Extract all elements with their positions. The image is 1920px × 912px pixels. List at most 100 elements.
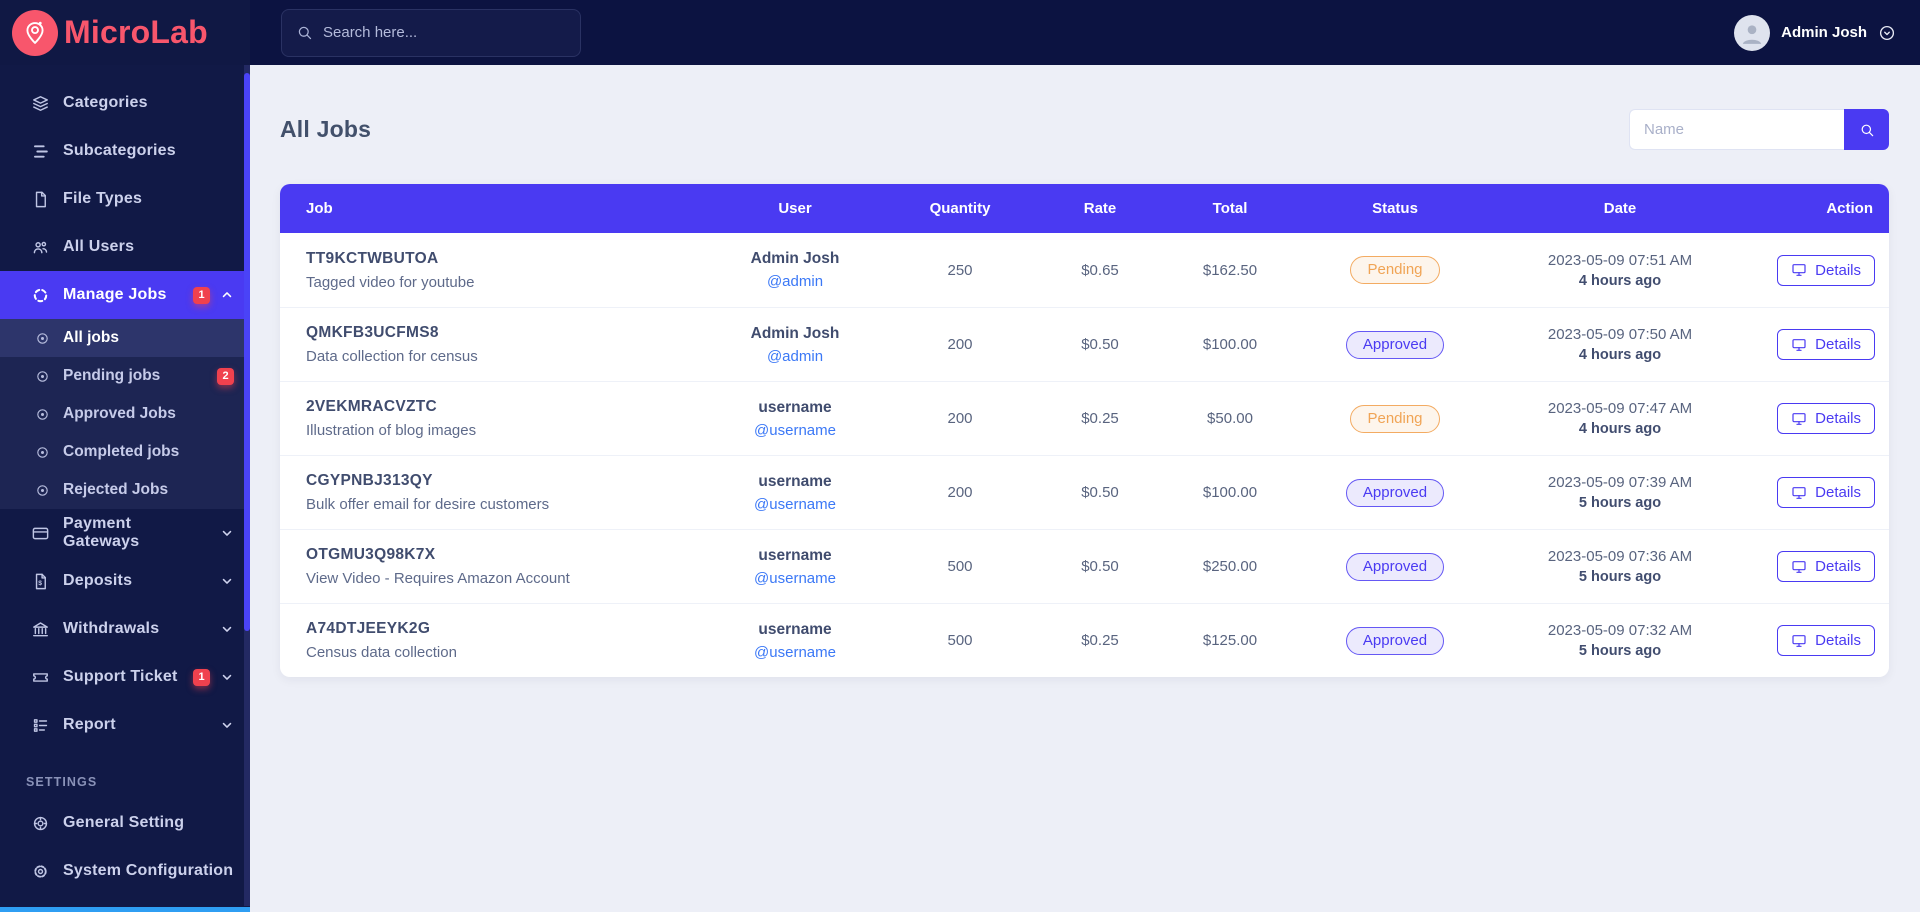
date-text: 2023-05-09 07:47 AM: [1547, 400, 1693, 417]
job-title: Data collection for census: [306, 348, 478, 365]
date-cell: 2023-05-09 07:36 AM 5 hours ago: [1480, 548, 1760, 585]
sidebar-item-report[interactable]: Report: [0, 701, 250, 749]
sidebar-vertical-scrollbar[interactable]: [244, 65, 250, 906]
details-button[interactable]: Details: [1777, 625, 1875, 656]
details-button-label: Details: [1815, 632, 1861, 649]
details-button[interactable]: Details: [1777, 477, 1875, 508]
date-relative: 4 hours ago: [1578, 272, 1662, 289]
sidebar-item-categories[interactable]: Categories: [0, 79, 250, 127]
details-button-label: Details: [1815, 558, 1861, 575]
scrollbar-thumb[interactable]: [244, 73, 250, 631]
chevron-down-icon: [222, 578, 232, 584]
sidebar-subitem-label: Approved Jobs: [63, 405, 176, 422]
job-title: View Video - Requires Amazon Account: [306, 570, 570, 587]
column-header-date: Date: [1603, 200, 1637, 217]
date-text: 2023-05-09 07:32 AM: [1547, 622, 1693, 639]
sidebar-item-completed-jobs[interactable]: Completed jobs: [0, 433, 250, 471]
filter-search-button[interactable]: [1844, 109, 1889, 150]
details-button[interactable]: Details: [1777, 329, 1875, 360]
sidebar-item-subcategories[interactable]: Subcategories: [0, 127, 250, 175]
date-text: 2023-05-09 07:51 AM: [1547, 251, 1693, 269]
user-cell: Admin Josh @admin: [720, 250, 870, 290]
action-cell: Details: [1760, 254, 1889, 286]
rate-cell: $0.50: [1081, 336, 1119, 353]
date-cell: 2023-05-09 07:47 AM 4 hours ago: [1480, 400, 1760, 437]
name-filter-input[interactable]: [1629, 109, 1844, 150]
notification-badge: 1: [193, 668, 210, 686]
sidebar-item-withdrawals[interactable]: Withdrawals: [0, 605, 250, 653]
details-button[interactable]: Details: [1777, 254, 1875, 286]
sidebar-item-label: Deposits: [63, 572, 133, 589]
quantity-cell: 250: [947, 261, 973, 279]
sidebar-subitem-label: All jobs: [63, 329, 119, 346]
table-body: TT9KCTWBUTOA Tagged video for youtube Ad…: [280, 233, 1889, 677]
search-input[interactable]: [323, 24, 566, 41]
sidebar-item-system-configuration[interactable]: System Configuration: [0, 847, 250, 895]
sidebar-subitem-label: Completed jobs: [63, 443, 180, 460]
sidebar-item-deposits[interactable]: $ Deposits: [0, 557, 250, 605]
details-button[interactable]: Details: [1777, 551, 1875, 582]
table-row: OTGMU3Q98K7X View Video - Requires Amazo…: [280, 529, 1889, 603]
user-handle-link[interactable]: @username: [720, 422, 870, 439]
sidebar-item-pending-jobs[interactable]: Pending jobs 2: [0, 357, 250, 395]
date-cell: 2023-05-09 07:32 AM 5 hours ago: [1480, 622, 1760, 659]
users-icon: [30, 237, 50, 257]
credit-card-icon: [30, 523, 50, 543]
radio-dot-icon: [34, 444, 50, 460]
chevron-up-icon: [222, 292, 232, 298]
status-badge: Pending: [1350, 256, 1440, 284]
date-cell: 2023-05-09 07:39 AM 5 hours ago: [1480, 474, 1760, 511]
sidebar-item-manage-jobs[interactable]: Manage Jobs 1: [0, 271, 250, 319]
table-row: CGYPNBJ313QY Bulk offer email for desire…: [280, 455, 1889, 529]
global-search[interactable]: [281, 8, 581, 57]
list-bars-icon: [30, 141, 50, 161]
sidebar-item-rejected-jobs[interactable]: Rejected Jobs: [0, 471, 250, 509]
user-menu[interactable]: Admin Josh: [1734, 14, 1896, 51]
monitor-icon: [1792, 412, 1806, 425]
rate-cell: $0.50: [1081, 558, 1119, 575]
sidebar-item-approved-jobs[interactable]: Approved Jobs: [0, 395, 250, 433]
sidebar-item-payment-gateways[interactable]: Payment Gateways: [0, 509, 250, 557]
status-cell: Approved: [1310, 478, 1480, 507]
user-handle-link[interactable]: @username: [720, 570, 870, 587]
layers-icon: [30, 93, 50, 113]
column-header-rate: Rate: [1083, 200, 1117, 217]
table-header-row: Job User Quantity Rate Total Status Date…: [280, 184, 1889, 233]
sidebar-item-file-types[interactable]: File Types: [0, 175, 250, 223]
table-row: QMKFB3UCFMS8 Data collection for census …: [280, 307, 1889, 381]
settings-section-header: SETTINGS: [26, 775, 98, 789]
user-handle-link[interactable]: @username: [720, 496, 870, 513]
quantity-cell: 200: [947, 410, 973, 427]
sidebar-item-all-users[interactable]: All Users: [0, 223, 250, 271]
svg-text:$: $: [38, 580, 42, 587]
details-button-label: Details: [1815, 261, 1861, 279]
column-header-status: Status: [1372, 200, 1418, 217]
user-cell: username @username: [720, 399, 870, 439]
report-list-icon: [30, 715, 50, 735]
user-display-name: username: [758, 620, 832, 638]
sidebar: MicroLab Categories Subcategories File T…: [0, 0, 250, 912]
sidebar-nav: Categories Subcategories File Types All …: [0, 65, 250, 895]
details-button-label: Details: [1815, 336, 1861, 353]
job-cell: TT9KCTWBUTOA Tagged video for youtube: [280, 250, 720, 291]
details-button[interactable]: Details: [1777, 403, 1875, 434]
chevron-down-icon: [222, 674, 232, 680]
total-cell: $162.50: [1202, 261, 1258, 279]
quantity-cell: 500: [947, 558, 973, 575]
action-cell: Details: [1760, 551, 1889, 582]
sidebar-item-support-ticket[interactable]: Support Ticket 1: [0, 653, 250, 701]
date-relative: 5 hours ago: [1578, 569, 1662, 585]
logo[interactable]: MicroLab: [0, 0, 250, 65]
sidebar-item-all-jobs[interactable]: All jobs: [0, 319, 250, 357]
user-handle-link[interactable]: @admin: [720, 348, 870, 365]
sidebar-item-label: Support Ticket: [63, 668, 178, 685]
status-badge: Approved: [1345, 330, 1445, 359]
user-display-name: username: [758, 398, 832, 416]
status-badge: Approved: [1345, 626, 1445, 655]
sidebar-item-general-setting[interactable]: General Setting: [0, 799, 250, 847]
user-handle-link[interactable]: @username: [720, 644, 870, 661]
job-code: OTGMU3Q98K7X: [306, 546, 436, 563]
notification-badge: 1: [193, 286, 210, 304]
sidebar-horizontal-scrollbar[interactable]: [0, 907, 250, 912]
user-handle-link[interactable]: @admin: [720, 273, 870, 290]
